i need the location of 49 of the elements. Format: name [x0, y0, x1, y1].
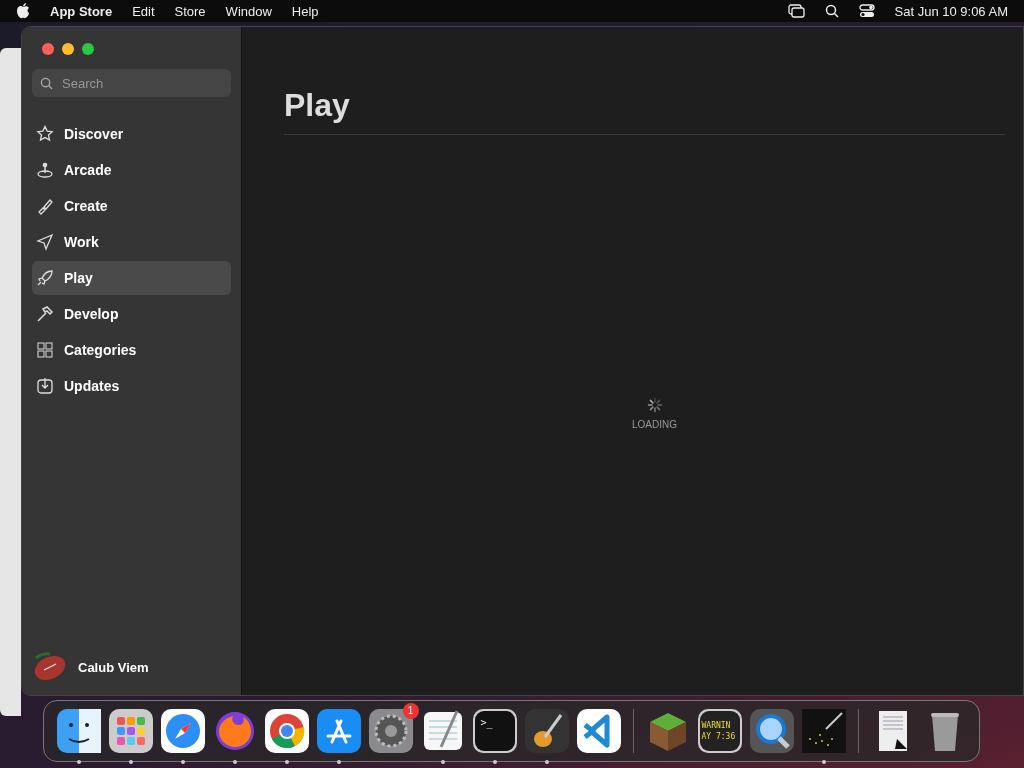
download-icon	[36, 377, 54, 395]
sidebar-item[interactable]: Updates	[32, 369, 231, 403]
night-sky-icon[interactable]	[801, 709, 846, 753]
log-text: WARNIN	[701, 720, 732, 731]
loading-text: LOADING	[632, 419, 677, 430]
magnifier-q-icon[interactable]	[749, 709, 794, 753]
app-menu[interactable]: App Store	[50, 3, 113, 19]
apple-logo-icon[interactable]	[16, 3, 30, 19]
search-field[interactable]: Search	[32, 69, 231, 97]
menu-item[interactable]: Help	[291, 3, 319, 19]
zoom-button[interactable]	[82, 43, 94, 55]
console-icon[interactable]	[697, 709, 742, 753]
menu-item[interactable]: Store	[174, 3, 206, 19]
sidebar-item[interactable]: Categories	[32, 333, 231, 367]
brush-icon	[36, 197, 54, 215]
minimize-button[interactable]	[62, 43, 74, 55]
sidebar-item[interactable]: Develop	[32, 297, 231, 331]
grid-icon	[36, 341, 54, 359]
notification-badge: 1	[402, 703, 419, 719]
sidebar-item[interactable]: Discover	[32, 117, 231, 151]
football-icon[interactable]	[32, 652, 68, 682]
log-text: AY 7:36	[701, 731, 736, 742]
hammer-icon	[36, 305, 54, 323]
star-icon	[36, 125, 54, 143]
app-grid-icon[interactable]	[108, 709, 153, 753]
clock-text[interactable]: Sat Jun 10 9:06 AM	[894, 3, 1008, 19]
prompt-text: >_	[480, 717, 493, 728]
page-title: Play	[284, 87, 1005, 135]
guitar-icon[interactable]	[524, 709, 569, 753]
close-button[interactable]	[42, 43, 54, 55]
spinner-icon	[646, 397, 663, 413]
search-icon[interactable]	[824, 4, 839, 18]
sidebar-item[interactable]: Arcade	[32, 153, 231, 187]
terminal-icon[interactable]	[472, 709, 517, 753]
sidebar-item[interactable]: Create	[32, 189, 231, 223]
compass-icon[interactable]	[160, 709, 205, 753]
menu-item[interactable]: Edit	[132, 3, 155, 19]
plane-icon	[36, 233, 54, 251]
rocket-icon	[36, 269, 54, 287]
letter-a-icon[interactable]	[316, 709, 361, 753]
sidebar-item[interactable]: Work	[32, 225, 231, 259]
ribbon-icon[interactable]	[576, 709, 621, 753]
smiling-face-icon[interactable]	[56, 709, 101, 753]
account-name[interactable]: Calub Viem	[78, 659, 149, 675]
menu-item[interactable]: Window	[225, 3, 272, 19]
toggles-icon[interactable]	[858, 4, 875, 18]
screens-icon[interactable]	[787, 4, 805, 18]
joystick-icon	[36, 161, 54, 179]
sidebar-item[interactable]: Play	[32, 261, 231, 295]
